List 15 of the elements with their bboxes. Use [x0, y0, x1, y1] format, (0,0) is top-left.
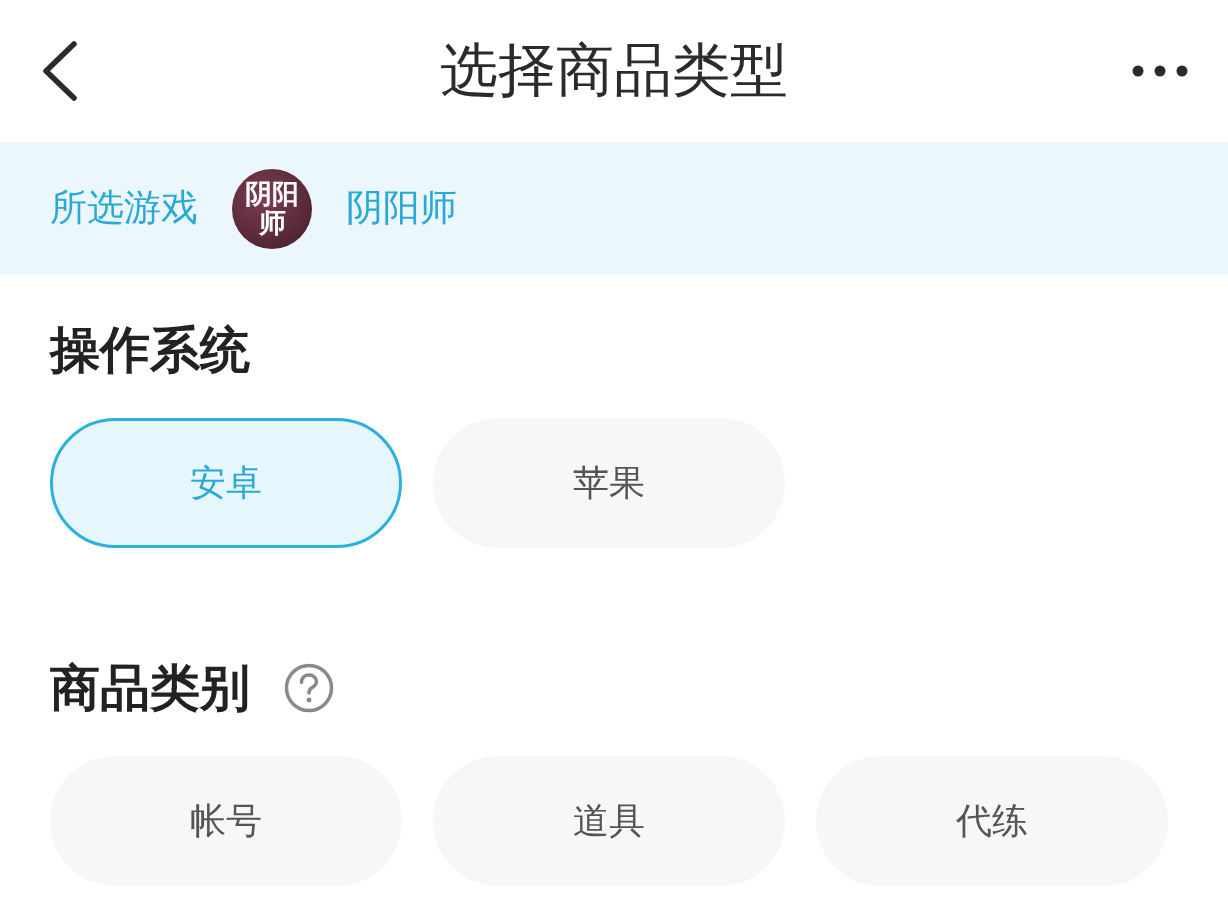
option-button[interactable]: 道具	[433, 756, 785, 886]
option-button[interactable]: 帐号	[50, 756, 402, 886]
option-button[interactable]: 苹果	[433, 418, 785, 548]
back-icon	[40, 41, 80, 101]
more-icon	[1132, 65, 1188, 77]
more-button[interactable]	[1132, 65, 1188, 77]
section-title: 操作系统	[50, 320, 250, 380]
back-button[interactable]	[40, 41, 80, 101]
game-name: 阴阳师	[346, 186, 457, 231]
option-button[interactable]: 代练	[816, 756, 1168, 886]
page-title: 选择商品类型	[440, 36, 788, 106]
help-icon[interactable]	[284, 663, 334, 713]
selected-game-label: 所选游戏	[50, 186, 198, 231]
section-title: 商品类别	[50, 658, 250, 718]
game-logo-text: 阴阳师	[245, 180, 299, 237]
